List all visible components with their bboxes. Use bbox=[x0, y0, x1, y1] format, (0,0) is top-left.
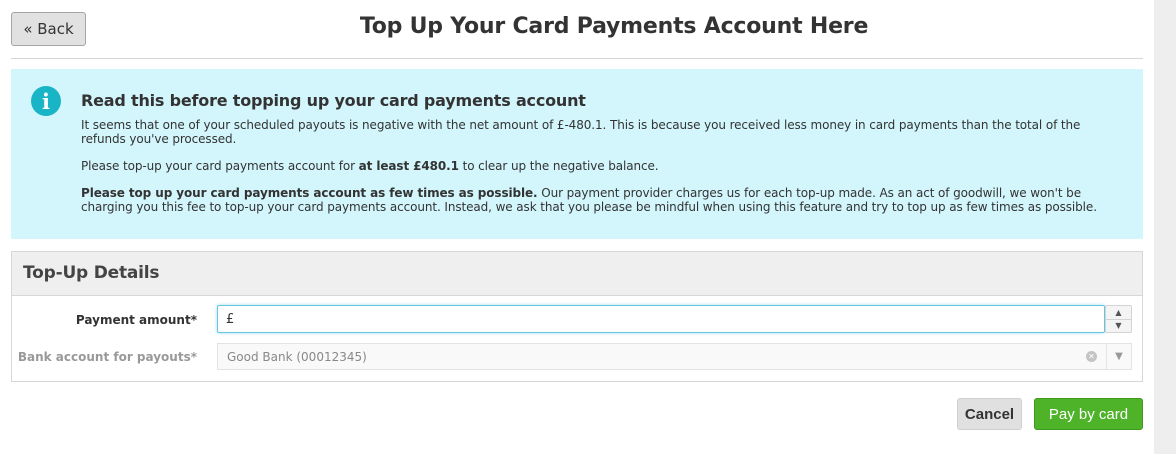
page-title: Top Up Your Card Payments Account Here bbox=[359, 14, 869, 39]
few-topups-emphasis: Please top up your card payments account… bbox=[81, 186, 538, 200]
stepper-up-icon[interactable]: ▲ bbox=[1106, 306, 1131, 320]
payment-amount-field[interactable]: £ bbox=[217, 305, 1105, 333]
pay-by-card-button[interactable]: Pay by card bbox=[1034, 398, 1143, 430]
minimum-text-pre: Please top-up your card payments account… bbox=[81, 159, 359, 173]
info-icon: i bbox=[31, 86, 61, 116]
minimum-text-post: to clear up the negative balance. bbox=[458, 159, 659, 173]
bank-account-label: Bank account for payouts* bbox=[17, 350, 197, 364]
amount-stepper[interactable]: ▲ ▼ bbox=[1105, 305, 1132, 333]
chevron-down-icon[interactable]: ▼ bbox=[1106, 344, 1131, 369]
info-alert: i Read this before topping up your card … bbox=[11, 69, 1143, 239]
bank-account-select[interactable]: Good Bank (00012345) ✕ ▼ bbox=[217, 343, 1132, 370]
info-paragraph-negative-payout: It seems that one of your scheduled payo… bbox=[81, 118, 1081, 146]
title-divider bbox=[11, 58, 1143, 59]
topup-details-title: Top-Up Details bbox=[12, 252, 1142, 296]
clear-icon[interactable]: ✕ bbox=[1086, 351, 1097, 362]
cancel-button[interactable]: Cancel bbox=[957, 398, 1022, 430]
stepper-down-icon[interactable]: ▼ bbox=[1106, 320, 1131, 333]
info-paragraph-few-topups: Please top up your card payments account… bbox=[81, 186, 1113, 214]
info-paragraph-minimum: Please top-up your card payments account… bbox=[81, 159, 1113, 173]
scrollbar-track[interactable] bbox=[1154, 0, 1176, 454]
payment-amount-input[interactable] bbox=[238, 310, 1104, 328]
topup-details-panel: Top-Up Details Payment amount* £ ▲ ▼ Ban… bbox=[11, 251, 1143, 382]
minimum-amount: at least £480.1 bbox=[358, 159, 459, 173]
currency-prefix: £ bbox=[226, 311, 235, 327]
bank-account-value: Good Bank (00012345) bbox=[227, 349, 367, 364]
info-heading: Read this before topping up your card pa… bbox=[81, 91, 586, 110]
payment-amount-label: Payment amount* bbox=[75, 313, 197, 327]
